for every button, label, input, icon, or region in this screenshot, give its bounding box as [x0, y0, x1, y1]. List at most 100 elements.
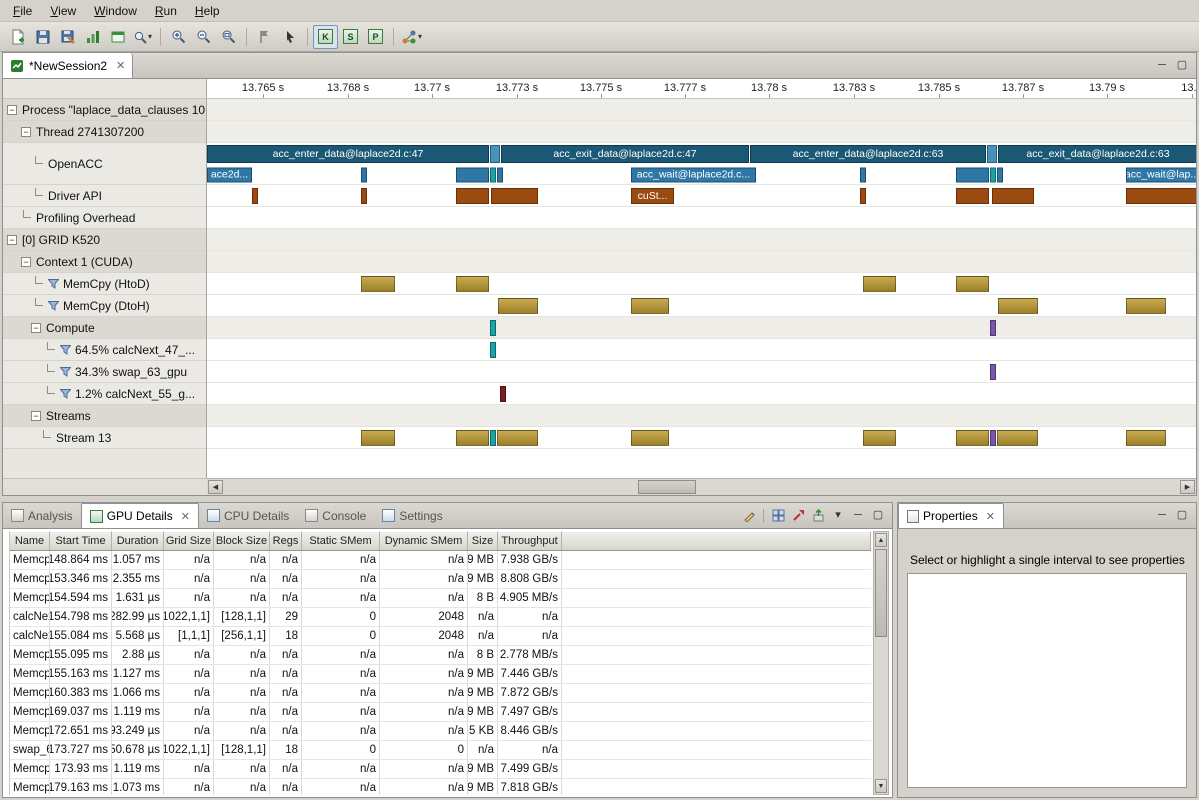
interval-bar[interactable]: acc_wait@laplace2d.c...: [631, 167, 756, 182]
vertical-scrollbar[interactable]: ▲ ▼: [873, 531, 889, 795]
tree-row[interactable]: −Thread 2741307200: [3, 121, 206, 143]
menu-file[interactable]: File: [4, 2, 41, 20]
tree-row[interactable]: −[0] GRID K520: [3, 229, 206, 251]
collapse-icon[interactable]: −: [7, 235, 17, 245]
tree-row[interactable]: −Compute: [3, 317, 206, 339]
menu-view[interactable]: View: [41, 2, 85, 20]
interval-bar[interactable]: [456, 167, 489, 182]
table-row[interactable]: Memcpy173.93 ms1.119 msn/an/an/an/an/a9 …: [10, 760, 871, 779]
interval-bar[interactable]: [956, 167, 989, 182]
column-header[interactable]: Block Size: [214, 531, 270, 551]
tree-row[interactable]: −Streams: [3, 405, 206, 427]
table-row[interactable]: Memcpy148.864 ms1.057 msn/an/an/an/an/a9…: [10, 551, 871, 570]
interval-bar[interactable]: acc_exit_data@laplace2d.c:63: [998, 145, 1196, 163]
interval-bar[interactable]: [997, 430, 1038, 446]
select-marker-button[interactable]: [277, 25, 302, 49]
interval-bar[interactable]: [490, 342, 496, 358]
tree-row[interactable]: 34.3% swap_63_gpu: [3, 361, 206, 383]
table-row[interactable]: Memcpy155.095 ms2.88 µsn/an/an/an/an/a8 …: [10, 646, 871, 665]
interval-bar[interactable]: [990, 364, 996, 380]
tree-row[interactable]: −Process "laplace_data_clauses 10...: [3, 99, 206, 121]
collapse-icon[interactable]: −: [21, 257, 31, 267]
table-row[interactable]: Memcpy155.163 ms1.127 msn/an/an/an/an/a9…: [10, 665, 871, 684]
export-icon[interactable]: [809, 507, 827, 525]
add-marker-button[interactable]: [252, 25, 277, 49]
maximize-icon[interactable]: ▢: [1173, 57, 1191, 75]
interval-bar[interactable]: [252, 188, 258, 204]
interval-bar[interactable]: [361, 276, 395, 292]
interval-bar[interactable]: [500, 386, 506, 402]
table-row[interactable]: Memcpy179.163 ms1.073 msn/an/an/an/an/a9…: [10, 779, 871, 795]
interval-bar[interactable]: [361, 167, 367, 182]
interval-bar[interactable]: [498, 298, 538, 314]
interval-bar[interactable]: [456, 188, 489, 204]
minimize-icon[interactable]: ─: [1153, 507, 1171, 525]
tab-console[interactable]: Console: [297, 503, 374, 528]
interval-bar[interactable]: [1126, 298, 1166, 314]
interval-bar[interactable]: [361, 430, 395, 446]
interval-bar[interactable]: [987, 145, 997, 163]
interval-bar[interactable]: [863, 430, 896, 446]
column-header[interactable]: Regs: [270, 531, 302, 551]
tab-settings[interactable]: Settings: [374, 503, 450, 528]
zoom-out-button[interactable]: [191, 25, 216, 49]
interval-bar[interactable]: acc_enter_data@laplace2d.c:63: [750, 145, 986, 163]
tree-row[interactable]: 64.5% calcNext_47_...: [3, 339, 206, 361]
menu-window[interactable]: Window: [85, 2, 146, 20]
tab-session[interactable]: *NewSession2 ✕: [3, 53, 133, 78]
scrollbar-thumb[interactable]: [875, 549, 887, 637]
minimize-icon[interactable]: ─: [1153, 57, 1171, 75]
jump-to-timeline-icon[interactable]: [789, 507, 807, 525]
interval-bar[interactable]: [490, 145, 500, 163]
column-header[interactable]: Size: [468, 531, 498, 551]
tree-row[interactable]: Driver API: [3, 185, 206, 207]
table-row[interactable]: Memcpy154.594 ms1.631 µsn/an/an/an/an/a8…: [10, 589, 871, 608]
tree-row[interactable]: −Context 1 (CUDA): [3, 251, 206, 273]
interval-bar[interactable]: acc_enter_data@laplace2d.c:47: [207, 145, 489, 163]
table-row[interactable]: Memcpy172.651 ms93.249 µsn/an/an/an/an/a…: [10, 722, 871, 741]
collapse-icon[interactable]: −: [21, 127, 31, 137]
scroll-down-arrow[interactable]: ▼: [875, 779, 887, 793]
interval-bar[interactable]: [631, 298, 669, 314]
scrollbar-thumb[interactable]: [638, 480, 696, 494]
interval-bar[interactable]: [997, 167, 1003, 182]
table-row[interactable]: Memcpy169.037 ms1.119 msn/an/an/an/an/a9…: [10, 703, 871, 722]
tree-row[interactable]: 1.2% calcNext_55_g...: [3, 383, 206, 405]
interval-bar[interactable]: [456, 430, 489, 446]
interval-bar[interactable]: [860, 167, 866, 182]
interval-bar[interactable]: [490, 167, 496, 182]
tree-row[interactable]: Stream 13: [3, 427, 206, 449]
menu-run[interactable]: Run: [146, 2, 186, 20]
kernel-timeline-toggle[interactable]: K: [313, 25, 338, 49]
interval-bar[interactable]: [361, 188, 367, 204]
tree-row[interactable]: MemCpy (DtoH): [3, 295, 206, 317]
profile-application-button[interactable]: [80, 25, 105, 49]
interval-bar[interactable]: [863, 276, 896, 292]
table-row[interactable]: Memcpy160.383 ms1.066 msn/an/an/an/an/a9…: [10, 684, 871, 703]
tab-cpu-details[interactable]: CPU Details: [199, 503, 297, 528]
interval-bar[interactable]: [1126, 430, 1166, 446]
process-timeline-toggle[interactable]: P: [363, 25, 388, 49]
collapse-icon[interactable]: −: [7, 105, 17, 115]
interval-bar[interactable]: [990, 167, 996, 182]
table-row[interactable]: calcNext154.798 ms282.99 µs[1022,1,1][12…: [10, 608, 871, 627]
minimize-icon[interactable]: ─: [849, 507, 867, 525]
interval-bar[interactable]: acc_exit_data@laplace2d.c:47: [501, 145, 749, 163]
zoom-fit-button[interactable]: [216, 25, 241, 49]
collapse-icon[interactable]: −: [31, 411, 41, 421]
table-row[interactable]: Memcpy153.346 ms2.355 msn/an/an/an/an/a9…: [10, 570, 871, 589]
new-session-button[interactable]: [5, 25, 30, 49]
view-menu-icon[interactable]: ▾: [829, 507, 847, 525]
interval-bar[interactable]: ace2d...: [207, 167, 252, 182]
table-row[interactable]: swap_63173.727 ms150.678 µs[1022,1,1][12…: [10, 741, 871, 760]
column-header[interactable]: Static SMem: [302, 531, 380, 551]
horizontal-scrollbar[interactable]: ◀ ▶: [207, 478, 1196, 495]
columns-icon[interactable]: [769, 507, 787, 525]
interval-bar[interactable]: [990, 430, 996, 446]
zoom-in-button[interactable]: [166, 25, 191, 49]
tree-row[interactable]: Profiling Overhead: [3, 207, 206, 229]
interval-bar[interactable]: [860, 188, 866, 204]
save-session-as-button[interactable]: [55, 25, 80, 49]
collapse-icon[interactable]: −: [31, 323, 41, 333]
interval-bar[interactable]: [956, 188, 989, 204]
